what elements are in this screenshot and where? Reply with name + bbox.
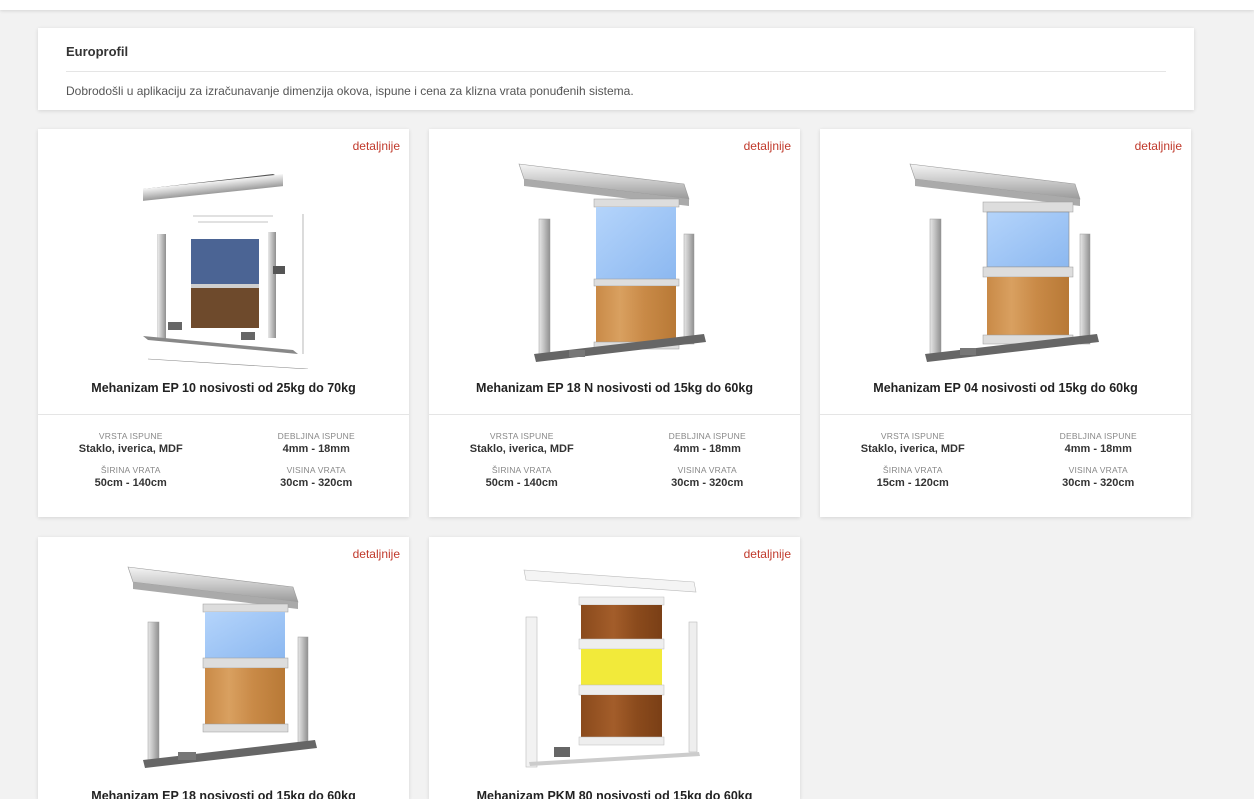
- fill-thickness-label: DEBLJINA ISPUNE: [668, 431, 746, 441]
- product-card-pkm80[interactable]: detaljnije Mehanizam PKM 80 nosivosti od…: [429, 537, 800, 799]
- fill-thickness-value: 4mm - 18mm: [282, 443, 350, 455]
- fill-type-label: VRSTA ISPUNE: [489, 431, 554, 441]
- fill-type-value: Staklo, iverica, MDF: [469, 443, 574, 455]
- spec-grid: VRSTA ISPUNE Staklo, iverica, MDF DEBLJIN…: [820, 431, 1191, 489]
- product-title: Mehanizam EP 18 N nosivosti od 15kg do 6…: [476, 381, 753, 395]
- door-width-value: 50cm - 140cm: [94, 477, 167, 489]
- fill-thickness-label: DEBLJINA ISPUNE: [277, 431, 355, 441]
- ep18n-door-mechanism-icon: [518, 163, 706, 362]
- product-title: Mehanizam EP 18 nosivosti od 15kg do 60k…: [91, 789, 356, 799]
- page-title: Europrofil: [66, 28, 1166, 72]
- product-card-ep18[interactable]: detaljnije Mehanizam EP 18 nosivosti od …: [38, 537, 409, 799]
- fill-type-value: Staklo, iverica, MDF: [860, 443, 965, 455]
- door-height-value: 30cm - 320cm: [1062, 477, 1135, 489]
- door-height-value: 30cm - 320cm: [671, 477, 744, 489]
- divider: [38, 414, 409, 415]
- intro-panel: Europrofil Dobrodošli u aplikaciju za iz…: [38, 28, 1194, 110]
- ep18-door-mechanism-icon: [127, 566, 317, 768]
- product-title: Mehanizam PKM 80 nosivosti od 15kg do 60…: [476, 789, 753, 799]
- welcome-text: Dobrodošli u aplikaciju za izračunavanje…: [66, 84, 634, 98]
- product-title: Mehanizam EP 04 nosivosti od 15kg do 60k…: [873, 381, 1138, 395]
- door-width-value: 15cm - 120cm: [876, 477, 949, 489]
- details-link[interactable]: detaljnije: [744, 139, 791, 153]
- fill-thickness-value: 4mm - 18mm: [1064, 443, 1132, 455]
- product-card-ep18n[interactable]: detaljnije Mehanizam EP 18 N nosivosti o…: [429, 129, 800, 517]
- door-width-label: ŠIRINA VRATA: [491, 465, 552, 475]
- fill-thickness-label: DEBLJINA ISPUNE: [1059, 431, 1137, 441]
- product-card-ep10[interactable]: detaljnije Mehanizam EP 10 nosivosti od …: [38, 129, 409, 517]
- details-link[interactable]: detaljnije: [744, 547, 791, 561]
- fill-type-label: VRSTA ISPUNE: [880, 431, 945, 441]
- fill-thickness-value: 4mm - 18mm: [673, 443, 741, 455]
- door-width-value: 50cm - 140cm: [485, 477, 558, 489]
- pkm80-door-mechanism-icon: [523, 569, 700, 768]
- divider: [429, 414, 800, 415]
- top-bar: [0, 0, 1254, 10]
- door-height-value: 30cm - 320cm: [280, 477, 353, 489]
- door-height-label: VISINA VRATA: [286, 465, 346, 475]
- door-width-label: ŠIRINA VRATA: [882, 465, 943, 475]
- door-height-label: VISINA VRATA: [1068, 465, 1128, 475]
- fill-type-value: Staklo, iverica, MDF: [78, 443, 183, 455]
- divider: [820, 414, 1191, 415]
- details-link[interactable]: detaljnije: [1135, 139, 1182, 153]
- fill-type-label: VRSTA ISPUNE: [98, 431, 163, 441]
- ep10-technical-drawing-icon: [143, 174, 309, 369]
- spec-grid: VRSTA ISPUNE Staklo, iverica, MDF DEBLJIN…: [38, 431, 409, 489]
- door-width-label: ŠIRINA VRATA: [100, 465, 161, 475]
- spec-grid: VRSTA ISPUNE Staklo, iverica, MDF DEBLJIN…: [429, 431, 800, 489]
- ep04-door-mechanism-icon: [909, 163, 1099, 362]
- details-link[interactable]: detaljnije: [353, 547, 400, 561]
- door-height-label: VISINA VRATA: [677, 465, 737, 475]
- product-title: Mehanizam EP 10 nosivosti od 25kg do 70k…: [91, 381, 356, 395]
- details-link[interactable]: detaljnije: [353, 139, 400, 153]
- product-card-ep04[interactable]: detaljnije Mehanizam EP 04 nosivosti od …: [820, 129, 1191, 517]
